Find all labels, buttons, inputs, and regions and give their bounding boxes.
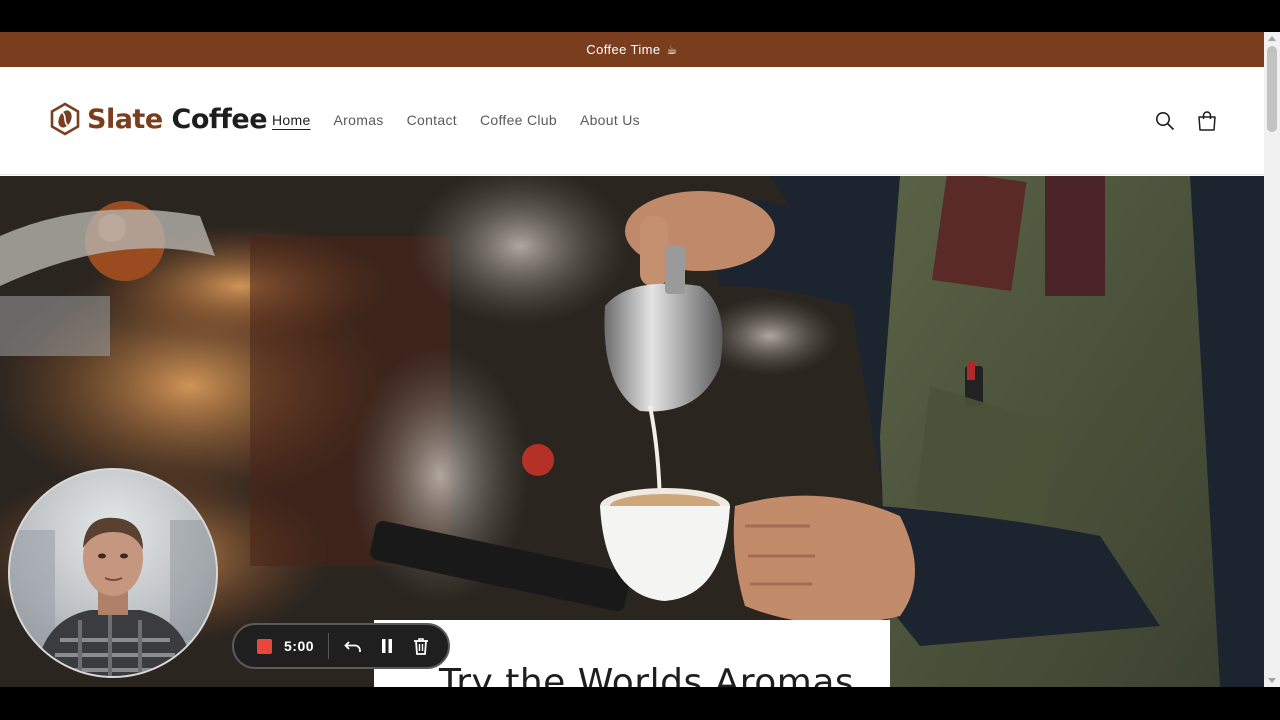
stop-recording-button[interactable] [257,638,272,654]
webcam-overlay[interactable] [8,468,218,678]
page-scrollbar[interactable] [1264,32,1280,687]
site-header: Slate Coffee Home Aromas Contact Coffee … [0,67,1264,175]
hero-title: Try the Worlds Aromas [439,662,855,687]
coffee-cup-icon: ☕ [666,42,678,57]
brand-word-1: Slate [87,103,163,135]
pause-icon[interactable] [377,636,397,656]
nav-item-about-us[interactable]: About Us [580,112,640,128]
recording-timer: 5:00 [284,638,315,654]
coffee-bean-logo-icon [50,102,80,136]
toolbar-divider [328,633,330,659]
scrollbar-thumb[interactable] [1267,46,1277,132]
header-actions [1134,110,1218,132]
hero-text-card: Try the Worlds Aromas [374,620,890,687]
nav-item-home[interactable]: Home [272,112,311,128]
nav-item-contact[interactable]: Contact [407,112,457,128]
brand-word-2: Coffee [171,103,268,135]
main-nav: Home Aromas Contact Coffee Club About Us [272,112,663,128]
nav-item-coffee-club[interactable]: Coffee Club [480,112,557,128]
undo-icon[interactable] [343,636,363,656]
webcam-person-image [10,517,216,676]
announcement-text: Coffee Time [586,42,661,57]
search-icon[interactable] [1154,110,1176,132]
scroll-up-icon[interactable] [1268,36,1276,41]
cart-icon[interactable] [1196,110,1218,132]
recording-toolbar: 5:00 [232,623,450,669]
scroll-down-icon[interactable] [1268,678,1276,683]
nav-item-aromas[interactable]: Aromas [334,112,384,128]
announcement-bar: Coffee Time ☕ [0,32,1264,67]
brand-name: Slate Coffee [87,103,268,135]
brand-logo[interactable]: Slate Coffee [50,102,268,136]
letterbox-top [0,0,1280,32]
trash-icon[interactable] [411,636,431,656]
letterbox-bottom [0,687,1280,720]
